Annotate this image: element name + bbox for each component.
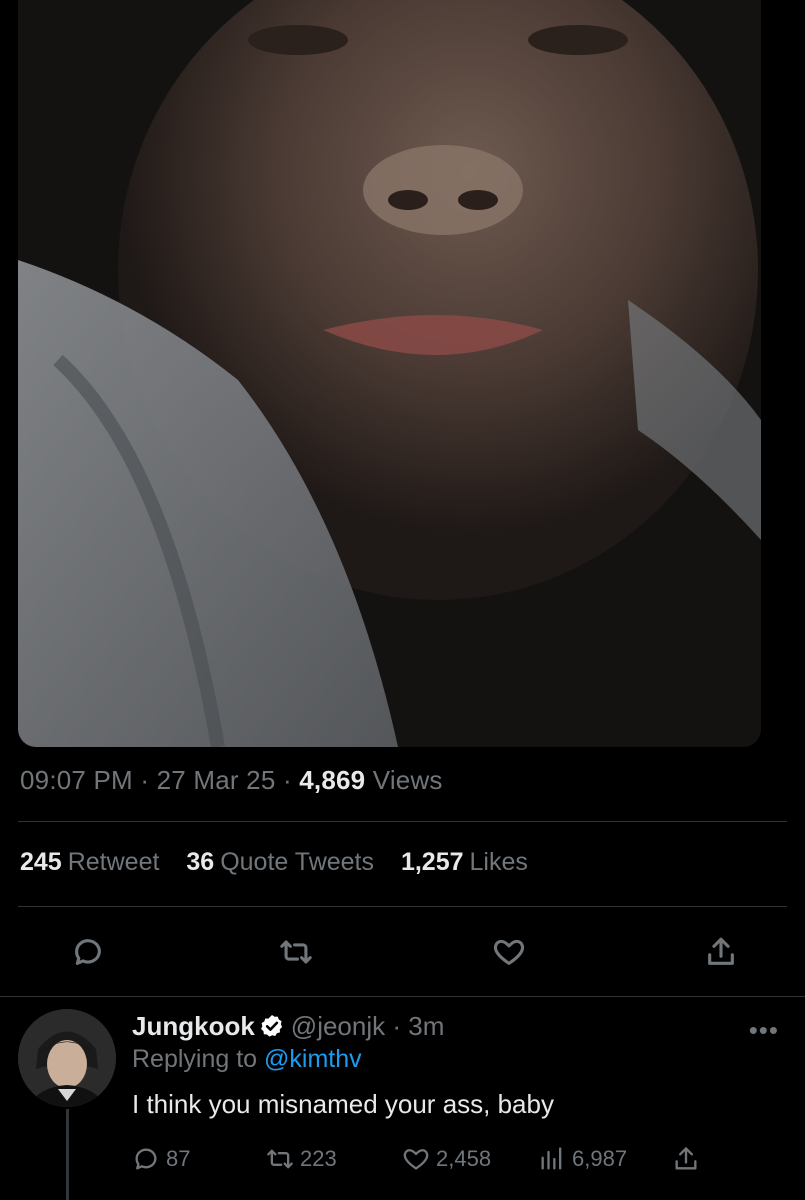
reply-icon: [75, 939, 101, 965]
reply-replies-count: 87: [166, 1146, 191, 1171]
header-separator: ·: [392, 1011, 402, 1041]
reply-views-count: 6,987: [572, 1146, 628, 1171]
share-icon: [708, 937, 734, 965]
retweets-stat[interactable]: 245 Retweet: [20, 848, 159, 876]
reply-header: Jungkook @jeonjk · 3m: [132, 1011, 444, 1042]
reply-text: I think you misnamed your ass, baby: [132, 1089, 554, 1119]
tweet-stats: 245 Retweet 36 Quote Tweets 1,257 Likes: [20, 848, 548, 877]
reply-share-button[interactable]: [672, 1145, 706, 1173]
replying-prefix: Replying to: [132, 1045, 258, 1073]
tweet-photo[interactable]: [18, 0, 761, 747]
reply-icon: [135, 1148, 157, 1170]
thread-line: [66, 1109, 69, 1200]
retweets-label: Retweet: [67, 848, 160, 876]
reply-like-button[interactable]: 2,458: [402, 1145, 491, 1173]
views-count: 4,869: [299, 765, 366, 795]
reply-button[interactable]: [66, 930, 110, 974]
tweet-time: 09:07 PM: [20, 765, 133, 795]
quotes-stat[interactable]: 36 Quote Tweets: [186, 848, 374, 876]
like-button[interactable]: [487, 930, 531, 974]
author-name[interactable]: Jungkook: [132, 1011, 255, 1041]
reply-views-button[interactable]: 6,987: [538, 1145, 627, 1173]
heart-icon: [493, 939, 525, 965]
meta-separator: ·: [282, 765, 292, 795]
share-icon: [675, 1147, 697, 1170]
likes-label: Likes: [469, 848, 528, 876]
retweet-icon: [280, 940, 312, 964]
divider: [18, 906, 787, 907]
avatar[interactable]: [18, 1009, 116, 1107]
heart-icon: [403, 1149, 429, 1170]
tweet-meta: 09:07 PM · 27 Mar 25 · 4,869 Views: [20, 765, 443, 796]
retweet-button[interactable]: [274, 930, 318, 974]
selfie-photo-image: [18, 0, 761, 747]
divider: [18, 821, 787, 822]
quotes-count: 36: [186, 848, 215, 876]
author-handle[interactable]: @jeonjk: [291, 1011, 385, 1041]
likes-stat[interactable]: 1,257 Likes: [401, 848, 528, 876]
reply-tweet[interactable]: Jungkook @jeonjk · 3m ••• Replying to @k…: [0, 997, 805, 1200]
reply-retweet-button[interactable]: 223: [266, 1145, 337, 1173]
reply-retweets-count: 223: [300, 1146, 337, 1171]
share-button[interactable]: [699, 930, 743, 974]
views-chart-icon: [541, 1147, 562, 1170]
more-options-icon[interactable]: •••: [749, 1015, 779, 1046]
likes-count: 1,257: [400, 848, 464, 876]
quotes-label: Quote Tweets: [220, 848, 374, 876]
reply-likes-count: 2,458: [436, 1146, 492, 1171]
retweet-icon: [267, 1149, 293, 1169]
tweet-date: 27 Mar 25: [156, 765, 276, 795]
reply-reply-button[interactable]: 87: [132, 1145, 190, 1173]
replying-mention[interactable]: @kimthv: [264, 1045, 362, 1073]
tweet-action-bar: [0, 930, 805, 974]
meta-separator: ·: [140, 765, 150, 795]
verified-badge-icon: [260, 1014, 282, 1037]
reply-time: 3m: [408, 1011, 445, 1041]
views-label[interactable]: Views: [373, 765, 443, 795]
retweets-count: 245: [20, 848, 62, 876]
replying-to: Replying to @kimthv: [132, 1045, 362, 1074]
